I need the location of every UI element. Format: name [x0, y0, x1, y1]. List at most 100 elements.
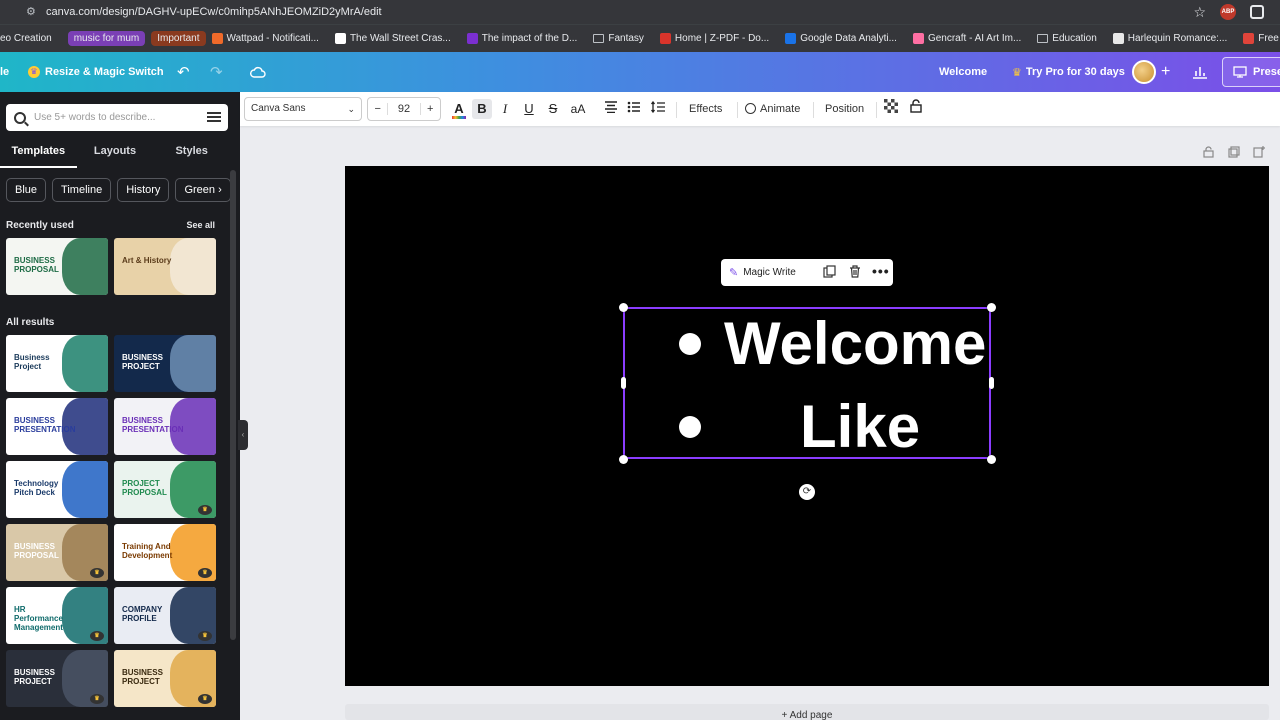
strikethrough-button[interactable]: S [545, 99, 561, 119]
lock-icon[interactable] [908, 99, 924, 119]
bookmark-item[interactable]: music for mum [67, 31, 146, 46]
bookmark-item[interactable]: Fantasy [593, 33, 644, 44]
resize-handle-top-left[interactable] [619, 303, 628, 312]
file-menu[interactable]: le [0, 52, 9, 92]
cloud-save-icon[interactable] [250, 52, 266, 92]
site-settings-icon[interactable]: ⚙ [26, 5, 40, 19]
template-thumbnail[interactable]: COMPANY PROFILE ♛ [114, 587, 216, 644]
bulleted-list-icon[interactable] [626, 99, 642, 119]
position-button[interactable]: Position [825, 99, 864, 119]
favicon-icon [1243, 33, 1255, 44]
template-thumbnail[interactable]: BUSINESS PROJECT ♛ [114, 650, 216, 707]
italic-button[interactable]: I [497, 99, 513, 119]
rotate-handle-icon[interactable]: ⟳ [799, 484, 815, 500]
align-center-icon[interactable] [603, 99, 619, 119]
user-avatar[interactable] [1132, 52, 1156, 92]
template-thumbnail[interactable]: Technology Pitch Deck [6, 461, 108, 518]
bookmark-item[interactable]: Google Data Analyti... [785, 33, 897, 44]
template-thumbnail[interactable]: Training And Development ♛ [114, 524, 216, 581]
bookmark-item[interactable]: Gencraft - AI Art Im... [912, 33, 1021, 44]
add-page-button[interactable]: + Add page [345, 704, 1269, 720]
bullet-text-welcome[interactable]: Welcome [724, 309, 986, 379]
extensions-icon[interactable] [1250, 5, 1264, 19]
panel-scrollbar[interactable] [230, 170, 236, 640]
magic-write-button[interactable]: ✎ Magic Write [729, 266, 796, 279]
template-thumbnail[interactable]: BUSINESS PRESENTATION [6, 398, 108, 455]
collapse-panel-handle[interactable]: ‹ [238, 420, 248, 450]
bookmark-star-icon[interactable]: ☆ [1193, 4, 1206, 21]
template-thumbnail[interactable]: BUSINESS PRESENTATION [114, 398, 216, 455]
adblock-extension-icon[interactable]: ABP [1220, 4, 1236, 20]
font-family-select[interactable]: Canva Sans ⌄ [244, 97, 362, 121]
chip-history[interactable]: History [117, 178, 170, 202]
template-thumbnail[interactable]: BUSINESS PROJECT [114, 335, 216, 392]
filter-icon[interactable] [207, 110, 221, 124]
text-color-button[interactable]: A [450, 99, 468, 119]
bookmark-label: music for mum [73, 33, 140, 44]
bookmark-item[interactable]: The Wall Street Cras... [334, 33, 451, 44]
tab-templates[interactable]: Templates [0, 142, 77, 168]
thumbnail-image [170, 238, 216, 295]
font-size-stepper: − 92 + [367, 97, 441, 121]
toolbar-divider [737, 102, 738, 118]
animate-button[interactable]: Animate [745, 99, 800, 119]
see-all-link[interactable]: See all [186, 220, 215, 230]
font-size-input[interactable]: 92 [387, 103, 421, 115]
bold-button[interactable]: B [472, 99, 492, 119]
decrease-size-button[interactable]: − [368, 103, 387, 115]
insights-chart-icon[interactable] [1192, 52, 1208, 92]
template-thumbnail[interactable]: PROJECT PROPOSAL ♛ [114, 461, 216, 518]
present-button[interactable]: Presen [1222, 52, 1280, 92]
avatar [1132, 60, 1156, 84]
bookmark-item[interactable]: The impact of the D... [466, 33, 577, 44]
add-collaborator-plus-icon[interactable]: + [1161, 52, 1170, 92]
more-options-icon[interactable]: ••• [872, 263, 890, 279]
duplicate-page-icon[interactable] [1228, 146, 1240, 161]
bookmark-item[interactable]: Wattpad - Notificati... [211, 33, 319, 44]
bookmark-item[interactable]: Important [151, 31, 206, 46]
chip-timeline[interactable]: Timeline [52, 178, 112, 202]
bookmark-item[interactable]: Harlequin Romance:... [1112, 33, 1227, 44]
template-title: Art & History [122, 256, 172, 265]
chip-green[interactable]: Green › [175, 178, 231, 202]
template-thumbnail[interactable]: BUSINESS PROPOSAL [6, 238, 108, 295]
resize-handle-left[interactable] [621, 377, 626, 389]
letter-case-button[interactable]: aA [568, 99, 588, 119]
template-title: BUSINESS PROPOSAL [14, 256, 59, 274]
resize-handle-bottom-right[interactable] [987, 455, 996, 464]
bookmark-item[interactable]: Education [1037, 33, 1097, 44]
template-thumbnail[interactable]: Business Project [6, 335, 108, 392]
bookmark-item[interactable]: eo Creation [0, 33, 52, 44]
template-search-input[interactable]: Use 5+ words to describe... [6, 104, 228, 131]
undo-icon[interactable]: ↶ [177, 52, 190, 92]
template-thumbnail[interactable]: BUSINESS PROPOSAL ♛ [6, 524, 108, 581]
bookmark-item[interactable]: Home | Z-PDF - Do... [659, 33, 769, 44]
bullet-text-like[interactable]: Like [800, 392, 920, 462]
resize-magic-switch-button[interactable]: ♛ Resize & Magic Switch [28, 52, 164, 92]
chip-blue[interactable]: Blue [6, 178, 47, 202]
template-thumbnail[interactable]: HR Performance Management ♛ [6, 587, 108, 644]
template-thumbnail[interactable]: Art & History [114, 238, 216, 295]
resize-handle-right[interactable] [989, 377, 994, 389]
url-text[interactable]: canva.com/design/DAGHV-upECw/c0mihp5ANhJ… [46, 6, 382, 18]
increase-size-button[interactable]: + [421, 103, 440, 115]
template-thumbnail[interactable]: BUSINESS PROJECT ♛ [6, 650, 108, 707]
resize-handle-bottom-left[interactable] [619, 455, 628, 464]
animate-icon [745, 103, 756, 114]
tab-layouts[interactable]: Layouts [77, 142, 154, 168]
line-spacing-icon[interactable] [650, 99, 666, 119]
trash-icon[interactable] [849, 265, 861, 281]
effects-button[interactable]: Effects [689, 99, 722, 119]
underline-button[interactable]: U [521, 99, 537, 119]
redo-icon[interactable]: ↷ [210, 52, 223, 92]
resize-handle-top-right[interactable] [987, 303, 996, 312]
add-page-icon[interactable] [1253, 146, 1265, 161]
transparency-icon[interactable] [883, 99, 899, 119]
document-title[interactable]: Welcome [939, 52, 987, 92]
present-icon [1233, 66, 1247, 78]
try-pro-button[interactable]: ♛ Try Pro for 30 days [1012, 52, 1125, 92]
duplicate-icon[interactable] [823, 265, 836, 281]
page-lock-icon[interactable] [1203, 146, 1214, 161]
tab-styles[interactable]: Styles [153, 142, 230, 168]
bookmark-item[interactable]: Free Download Books [1243, 33, 1280, 44]
